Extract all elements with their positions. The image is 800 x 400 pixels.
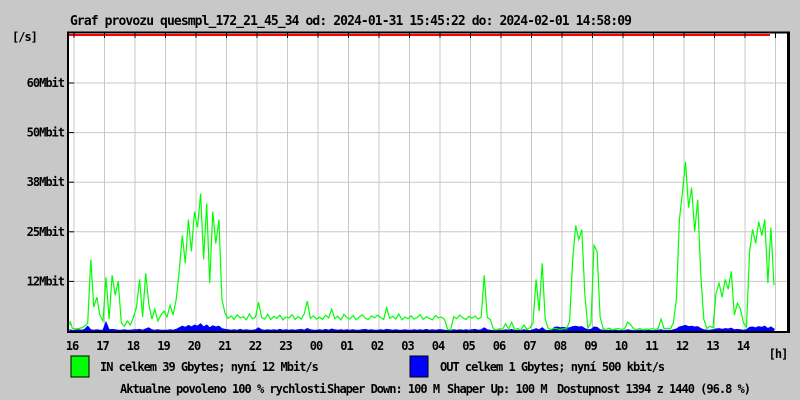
y-tick-label: 12Mbit bbox=[27, 274, 65, 288]
x-tick-label: 10 bbox=[615, 339, 628, 353]
traffic-graph-page: Graf provozu quesmpl_172_21_45_34 od: 20… bbox=[0, 0, 800, 400]
y-tick-label: 25Mbit bbox=[27, 225, 65, 239]
x-tick-label: 07 bbox=[523, 339, 536, 353]
x-tick-label: 14 bbox=[737, 339, 750, 353]
x-tick-label: 16 bbox=[66, 339, 79, 353]
x-tick-label: 18 bbox=[127, 339, 140, 353]
x-axis-tick-labels: 16 17 18 19 20 21 22 23 00 01 02 03 04 05 06 07 08 09 10 11… bbox=[66, 339, 751, 353]
x-tick-label: 05 bbox=[462, 339, 475, 353]
y-axis-unit-label: [/s] bbox=[12, 30, 37, 44]
legend-out-swatch bbox=[409, 355, 429, 378]
x-tick-label: 22 bbox=[249, 339, 262, 353]
traffic-graph: Graf provozu quesmpl_172_21_45_34 od: 20… bbox=[0, 0, 800, 400]
x-tick-label: 01 bbox=[340, 339, 353, 353]
x-tick-label: 23 bbox=[279, 339, 292, 353]
x-tick-label: 17 bbox=[96, 339, 109, 353]
y-tick-label: 50Mbit bbox=[27, 126, 65, 140]
legend-out-label: OUT celkem 1 Gbytes; nyní 500 kbit/s bbox=[440, 360, 665, 374]
x-tick-label: 11 bbox=[645, 339, 658, 353]
status-shaper-up: Shaper Up: 100 M bbox=[447, 382, 547, 396]
x-tick-label: 08 bbox=[554, 339, 567, 353]
y-tick-label: 38Mbit bbox=[27, 175, 65, 189]
x-tick-label: 21 bbox=[218, 339, 231, 353]
y-tick-label: 60Mbit bbox=[27, 76, 65, 90]
x-tick-label: 06 bbox=[493, 339, 506, 353]
x-tick-label: 00 bbox=[310, 339, 323, 353]
x-tick-label: 09 bbox=[584, 339, 597, 353]
x-tick-label: 12 bbox=[676, 339, 689, 353]
x-tick-label: 04 bbox=[432, 339, 445, 353]
x-tick-label: 20 bbox=[188, 339, 201, 353]
legend-in-swatch bbox=[70, 355, 90, 378]
x-tick-label: 19 bbox=[157, 339, 170, 353]
x-tick-label: 03 bbox=[401, 339, 414, 353]
graph-title: Graf provozu quesmpl_172_21_45_34 od: 20… bbox=[70, 14, 631, 29]
x-tick-label: 13 bbox=[706, 339, 719, 353]
status-shaper-down: Shaper Down: 100 M bbox=[327, 382, 440, 396]
x-tick-label: 02 bbox=[371, 339, 384, 353]
status-availability: Dostupnost 1394 z 1440 (96.8 %) bbox=[557, 382, 750, 396]
x-axis-unit-label: [h] bbox=[769, 347, 788, 361]
legend-in-label: IN celkem 39 Gbytes; nyní 12 Mbit/s bbox=[100, 360, 319, 374]
status-allowed-speed: Aktualne povoleno 100 % rychlosti bbox=[120, 382, 326, 396]
